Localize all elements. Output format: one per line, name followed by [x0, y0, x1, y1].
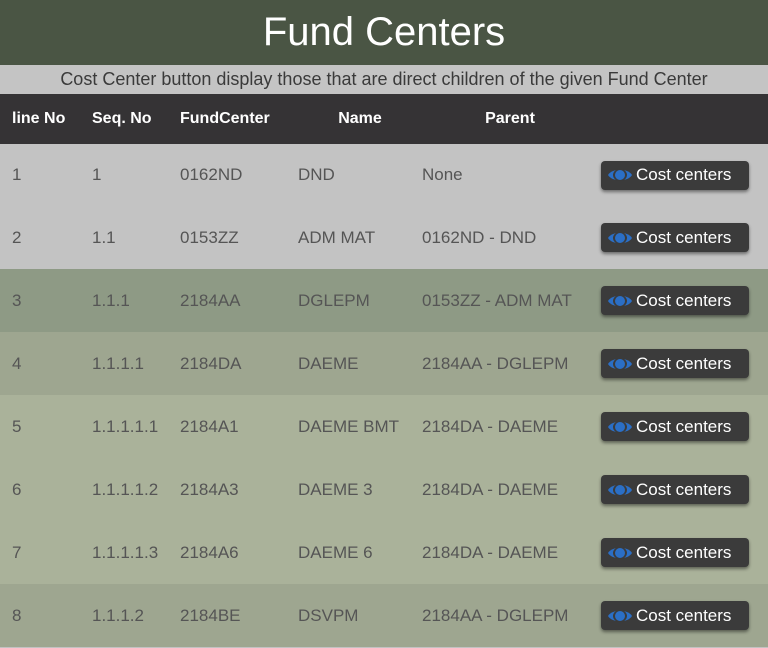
cell-line-no: 3 — [12, 290, 22, 310]
cell-parent: 2184DA - DAEME — [422, 542, 559, 562]
cell-line-no: 2 — [12, 227, 22, 247]
cell-line-no: 6 — [12, 479, 22, 499]
eye-icon — [608, 546, 632, 559]
cell-name: DGLEPM — [298, 290, 370, 310]
cell-seq-no: 1.1.1.2 — [92, 605, 144, 625]
cell-parent: 2184DA - DAEME — [422, 416, 559, 436]
cell-actions: Cost centers — [598, 521, 768, 584]
eye-icon — [608, 483, 632, 496]
cell-parent: 0162ND - DND — [422, 227, 537, 247]
table-row: 5 1.1.1.1.1 2184A1 DAEME BMT 2184DA - DAEME C… — [0, 395, 768, 458]
eye-icon — [608, 294, 632, 307]
cell-seq-no: 1.1.1 — [92, 290, 130, 310]
cost-centers-button-label: Cost centers — [636, 416, 732, 436]
cost-centers-button[interactable]: Cost centers — [601, 286, 749, 315]
cost-centers-button[interactable]: Cost centers — [601, 349, 749, 378]
fund-centers-table: line No Seq. No FundCenter Name Parent 1… — [0, 94, 768, 647]
table-header-row: line No Seq. No FundCenter Name Parent — [0, 94, 768, 144]
table-row: 2 1.1 0153ZZ ADM MAT 0162ND - DND Cost center… — [0, 206, 768, 269]
cell-parent: 0153ZZ - ADM MAT — [422, 290, 572, 310]
column-header-line-no: line No — [0, 94, 92, 144]
cell-fund-center: 0153ZZ — [180, 227, 239, 247]
eye-icon — [608, 169, 632, 181]
cell-parent: 2184AA - DGLEPM — [422, 605, 569, 625]
cell-name: ADM MAT — [298, 227, 376, 247]
cell-actions: Cost centers — [598, 395, 768, 458]
column-header-parent: Parent — [422, 94, 598, 144]
cell-line-no: 8 — [12, 605, 22, 625]
cost-centers-button[interactable]: Cost centers — [601, 538, 749, 567]
cost-centers-button-label: Cost centers — [636, 479, 732, 499]
cell-fund-center: 2184A1 — [180, 416, 239, 436]
table-row: 3 1.1.1 2184AA DGLEPM 0153ZZ - ADM MAT Cost c… — [0, 269, 768, 332]
cell-actions: Cost centers — [598, 584, 768, 647]
eye-icon — [608, 609, 632, 622]
table-row: 1 1 0162ND DND None Cost centers — [0, 144, 768, 206]
cell-line-no: 5 — [12, 416, 22, 436]
cell-name: DAEME 3 — [298, 479, 373, 499]
cell-line-no: 1 — [12, 165, 22, 184]
cost-centers-button[interactable]: Cost centers — [601, 412, 749, 441]
cell-parent: None — [422, 165, 463, 184]
cost-centers-button[interactable]: Cost centers — [601, 475, 749, 504]
cost-centers-button-label: Cost centers — [636, 353, 732, 373]
cell-seq-no: 1.1 — [92, 227, 116, 247]
column-header-fund-center: FundCenter — [180, 94, 298, 144]
eye-icon — [608, 420, 632, 433]
cell-name: DND — [298, 165, 335, 184]
table-row: 8 1.1.1.2 2184BE DSVPM 2184AA - DGLEPM Cost c… — [0, 584, 768, 647]
cell-actions: Cost centers — [598, 144, 768, 206]
cell-parent: 2184AA - DGLEPM — [422, 353, 569, 373]
cell-seq-no: 1.1.1.1 — [92, 353, 144, 373]
cell-seq-no: 1.1.1.1.1 — [92, 416, 159, 436]
cell-fund-center: 2184BE — [180, 605, 241, 625]
eye-icon — [608, 231, 632, 244]
cell-name: DAEME 6 — [298, 542, 373, 562]
page-subtitle: Cost Center button display those that ar… — [0, 65, 768, 94]
cell-fund-center: 2184A3 — [180, 479, 239, 499]
cost-centers-button-label: Cost centers — [636, 290, 732, 310]
cell-parent: 2184DA - DAEME — [422, 479, 559, 499]
cell-actions: Cost centers — [598, 458, 768, 521]
cost-centers-button-label: Cost centers — [636, 165, 732, 184]
cost-centers-button[interactable]: Cost centers — [601, 223, 749, 252]
cell-actions: Cost centers — [598, 206, 768, 269]
cell-seq-no: 1.1.1.1.2 — [92, 479, 159, 499]
cell-seq-no: 1.1.1.1.3 — [92, 542, 159, 562]
cell-fund-center: 2184AA — [180, 290, 241, 310]
cell-name: DAEME BMT — [298, 416, 400, 436]
cost-centers-button-label: Cost centers — [636, 605, 732, 625]
cell-fund-center: 0162ND — [180, 165, 243, 184]
page-title: Fund Centers — [262, 10, 506, 54]
cell-seq-no: 1 — [92, 165, 102, 184]
cost-centers-button-label: Cost centers — [636, 542, 732, 562]
table-row: 6 1.1.1.1.2 2184A3 DAEME 3 2184DA - DAEME Cos… — [0, 458, 768, 521]
column-header-name: Name — [298, 94, 422, 144]
table-row: 4 1.1.1.1 2184DA DAEME 2184AA - DGLEPM Cost c… — [0, 332, 768, 395]
cell-name: DSVPM — [298, 605, 359, 625]
cost-centers-button[interactable]: Cost centers — [601, 601, 749, 630]
table-row: 7 1.1.1.1.3 2184A6 DAEME 6 2184DA - DAEME Cos… — [0, 521, 768, 584]
cell-actions: Cost centers — [598, 269, 768, 332]
column-header-actions — [598, 94, 768, 144]
cell-actions: Cost centers — [598, 332, 768, 395]
cost-centers-button-label: Cost centers — [636, 227, 732, 247]
page-subtitle-text: Cost Center button display those that ar… — [60, 69, 708, 89]
cell-line-no: 7 — [12, 542, 22, 562]
cell-line-no: 4 — [12, 353, 22, 373]
column-header-seq-no: Seq. No — [92, 94, 180, 144]
eye-icon — [608, 357, 632, 370]
cell-fund-center: 2184A6 — [180, 542, 239, 562]
cell-fund-center: 2184DA — [180, 353, 242, 373]
page-title-banner: Fund Centers — [0, 0, 768, 65]
cost-centers-button[interactable]: Cost centers — [601, 160, 749, 190]
cell-name: DAEME — [298, 353, 359, 373]
